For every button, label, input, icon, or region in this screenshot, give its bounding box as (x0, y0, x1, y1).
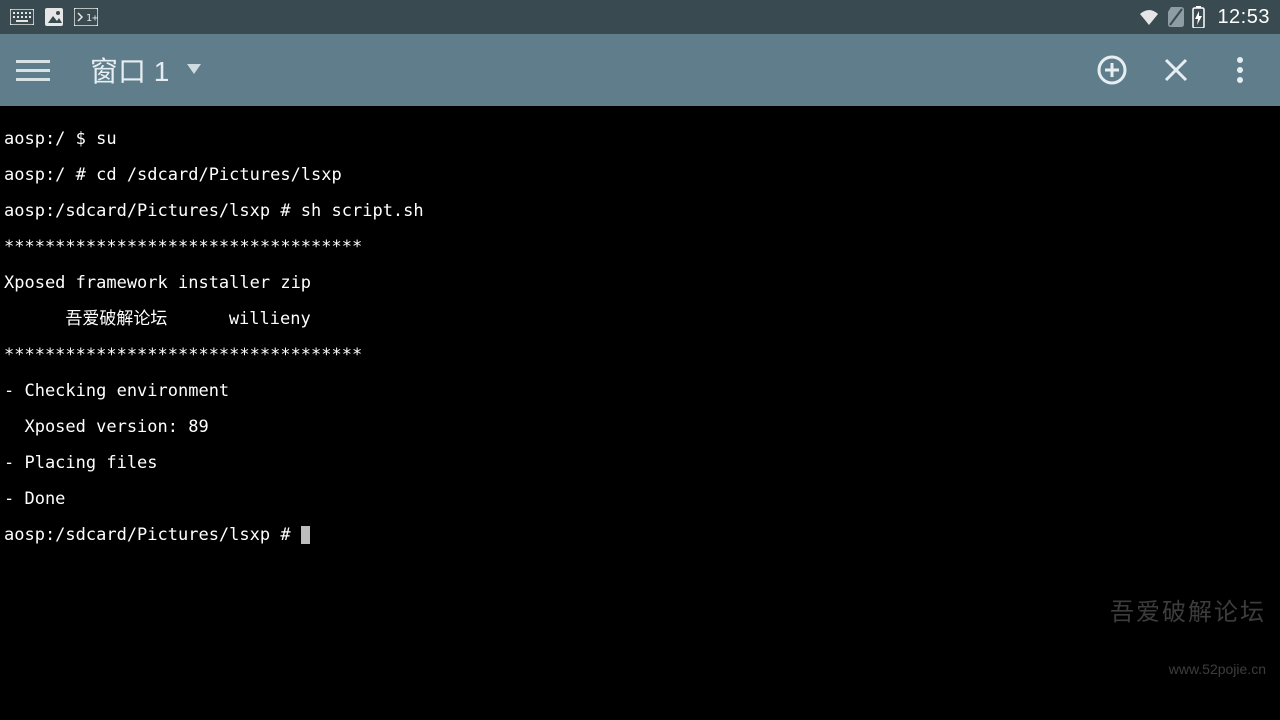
terminal-line: *********************************** (4, 346, 1276, 364)
terminal-line: - Done (4, 490, 1276, 508)
close-button[interactable] (1152, 46, 1200, 94)
terminal-line: Xposed framework installer zip (4, 274, 1276, 292)
window-selector[interactable]: 窗口 1 (90, 50, 201, 90)
watermark-title: 吾爱破解论坛 (1110, 604, 1266, 622)
watermark-url: www.52pojie.cn (1110, 660, 1266, 678)
android-status-bar: 1+ 12:53 (0, 0, 1280, 34)
overflow-menu-button[interactable] (1216, 46, 1264, 94)
terminal-line: 吾爱破解论坛 willieny (4, 310, 1276, 328)
terminal-prompt-line: aosp:/sdcard/Pictures/lsxp # (4, 526, 1276, 544)
battery-charging-icon (1192, 6, 1205, 28)
chevron-down-icon (187, 61, 201, 79)
terminal-line: - Placing files (4, 454, 1276, 472)
terminal-line: - Checking environment (4, 382, 1276, 400)
terminal-cursor (301, 526, 310, 544)
terminal-line: Xposed version: 89 (4, 418, 1276, 436)
menu-button[interactable] (16, 60, 50, 81)
terminal-line: aosp:/sdcard/Pictures/lsxp # sh script.s… (4, 202, 1276, 220)
terminal-output[interactable]: aosp:/ $ su aosp:/ # cd /sdcard/Pictures… (0, 106, 1280, 720)
terminal-badge-icon: 1+ (74, 8, 98, 26)
app-toolbar: 窗口 1 (0, 34, 1280, 106)
wifi-icon (1138, 8, 1160, 26)
watermark: 吾爱破解论坛 www.52pojie.cn (1110, 568, 1266, 714)
terminal-line: aosp:/ $ su (4, 130, 1276, 148)
image-icon (44, 7, 64, 27)
svg-text:1+: 1+ (86, 13, 98, 24)
terminal-line: aosp:/ # cd /sdcard/Pictures/lsxp (4, 166, 1276, 184)
status-clock: 12:53 (1217, 6, 1270, 29)
no-sim-icon (1168, 7, 1184, 27)
keyboard-icon (10, 9, 34, 25)
window-title: 窗口 1 (90, 50, 169, 90)
terminal-line: *********************************** (4, 238, 1276, 256)
new-session-button[interactable] (1088, 46, 1136, 94)
